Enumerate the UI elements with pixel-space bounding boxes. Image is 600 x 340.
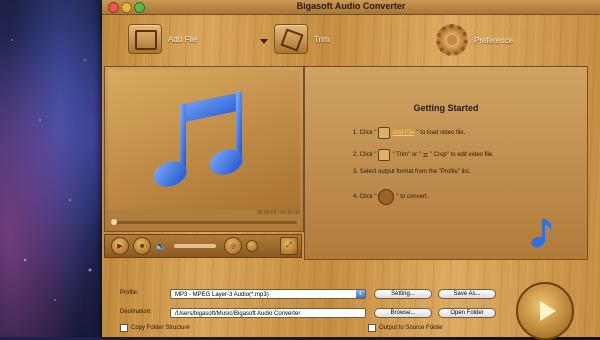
- seek-slider[interactable]: [111, 219, 297, 225]
- snapshot-button[interactable]: ◎: [224, 237, 243, 255]
- volume-slider[interactable]: [174, 244, 217, 248]
- film-add-icon: [128, 24, 162, 54]
- window-title: Bigasoft Audio Converter: [296, 1, 406, 11]
- app-window: Bigasoft Audio Converter Add File Trim P…: [102, 0, 600, 340]
- time-display: 00:00:00 / 00:00:00: [256, 210, 300, 216]
- toolbar: Add File Trim Preference: [102, 14, 600, 62]
- playback-controls: ▶ ■ 🔈 ◎ · ⤢: [104, 234, 302, 258]
- chevron-down-icon: ⇕: [356, 290, 365, 298]
- desktop-background: [0, 0, 102, 337]
- add-file-label: Add File: [168, 34, 198, 44]
- preference-button[interactable]: Preference: [436, 24, 513, 56]
- copy-folder-check[interactable]: [120, 324, 128, 332]
- copy-folder-checkbox[interactable]: Copy Folder Structure: [120, 324, 190, 332]
- getting-started-panel: Getting Started 1. Click " Add File " to…: [304, 66, 588, 260]
- convert-mini-icon: [378, 189, 395, 205]
- trim-mini-icon: [378, 149, 391, 161]
- add-file-button[interactable]: Add File: [128, 24, 197, 54]
- profile-select[interactable]: MP3 - MPEG Layer-3 Audio(*.mp3) ⇕: [170, 289, 366, 299]
- output-settings: Profile: MP3 - MPEG Layer-3 Audio(*.mp3)…: [112, 276, 516, 336]
- output-source-check[interactable]: [368, 324, 376, 332]
- trim-button[interactable]: Trim: [274, 24, 330, 54]
- preview-panel: 00:00:00 / 00:00:00: [104, 66, 304, 232]
- profile-label: Profile:: [120, 290, 139, 296]
- output-source-checkbox[interactable]: Output to Source Folder: [368, 324, 443, 332]
- title-bar: Bigasoft Audio Converter: [102, 0, 600, 15]
- preference-label: Preference: [474, 35, 514, 45]
- trim-label: Trim: [314, 34, 330, 44]
- destination-field[interactable]: /Users/bigasoft/Music/Bigasoft Audio Con…: [170, 308, 366, 318]
- step-2: 2. Click " " Trim" or " ⌗ " Crop" to edi…: [353, 149, 494, 161]
- browse-button[interactable]: Browse...: [374, 308, 432, 318]
- stop-button[interactable]: ■: [133, 237, 151, 255]
- setting-button[interactable]: Setting...: [374, 289, 432, 299]
- step-1: 1. Click " Add File " to load video file…: [353, 127, 465, 139]
- save-as-button[interactable]: Save As...: [438, 289, 496, 299]
- destination-label: Destination:: [120, 309, 152, 315]
- step-4: 4. Click " " to convert.: [353, 189, 428, 205]
- play-icon: [539, 301, 556, 321]
- play-button[interactable]: ▶: [111, 237, 129, 255]
- add-file-link[interactable]: Add File: [392, 130, 414, 136]
- step-3: 3. Select output format from the "Profil…: [353, 169, 471, 175]
- trim-icon: [274, 24, 308, 54]
- fullscreen-button[interactable]: ⤢: [280, 237, 299, 255]
- add-file-dropdown-icon[interactable]: [260, 39, 268, 44]
- getting-started-title: Getting Started: [413, 103, 479, 113]
- small-music-note-icon: [531, 219, 552, 248]
- crop-mini-icon: ⌗: [422, 149, 428, 160]
- preview-area: [108, 70, 300, 210]
- convert-button[interactable]: [516, 282, 574, 340]
- add-file-mini-icon: [378, 127, 391, 139]
- folder-button[interactable]: ·: [246, 240, 259, 252]
- gear-icon: [436, 24, 468, 56]
- music-note-icon: [153, 92, 243, 187]
- speaker-icon: 🔈: [155, 240, 167, 251]
- open-folder-button[interactable]: Open Folder: [438, 308, 496, 318]
